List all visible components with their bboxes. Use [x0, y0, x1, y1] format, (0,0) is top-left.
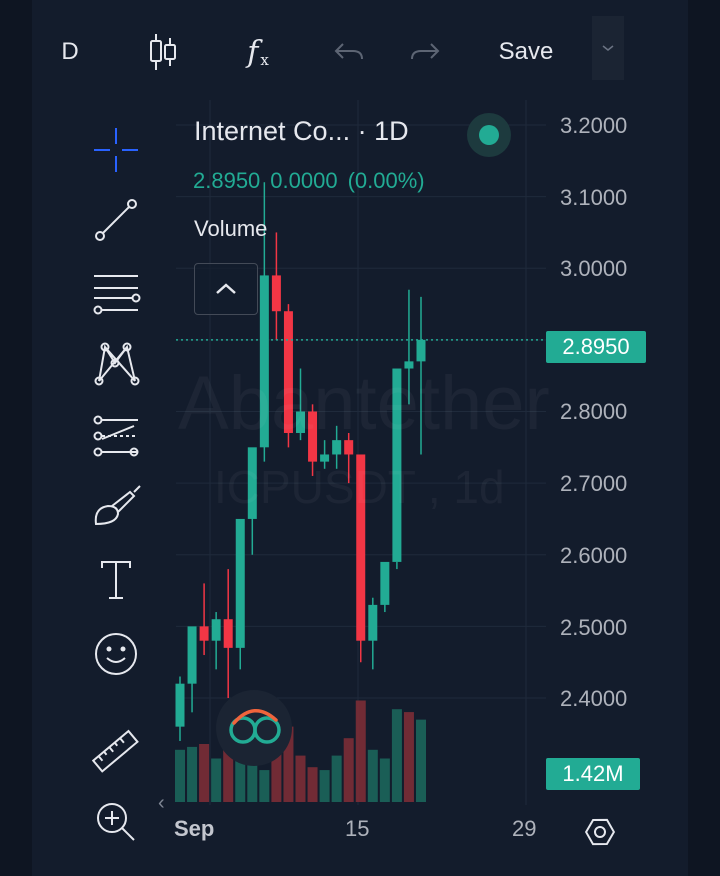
last-price: 2.8950	[193, 168, 261, 193]
trend-line-icon[interactable]	[84, 192, 148, 248]
fx-sub: x	[260, 51, 269, 69]
chevron-down-icon[interactable]	[592, 16, 624, 80]
volume-indicator-label[interactable]: Volume	[194, 216, 267, 242]
candle-body	[211, 619, 221, 641]
volume-bar	[355, 700, 366, 802]
date-label: 29	[512, 816, 537, 841]
volume-bar	[343, 738, 354, 802]
volume-bar	[187, 746, 198, 802]
current-price-label: 2.8950	[546, 331, 646, 363]
date-label: Sep	[174, 816, 215, 841]
redo-icon[interactable]	[408, 30, 442, 74]
price-change: 0.0000	[270, 168, 338, 193]
price-tick: 2.8000	[560, 399, 628, 424]
smiley-icon[interactable]	[84, 626, 148, 682]
candle-body	[175, 683, 185, 727]
projection-icon[interactable]	[84, 408, 148, 464]
candle-body	[187, 626, 197, 684]
watermark-brand: Abantether	[178, 360, 550, 447]
fx-label: f	[247, 34, 259, 70]
pattern-icon[interactable]	[84, 336, 148, 392]
market-status-icon[interactable]	[467, 113, 511, 157]
price-change-percent: (0.00%)	[347, 168, 425, 193]
candle-body	[416, 339, 426, 362]
volume-bar	[391, 709, 402, 802]
price-tick: 2.5000	[560, 615, 628, 640]
fib-retracement-icon[interactable]	[84, 266, 148, 322]
candle-body	[223, 619, 233, 648]
volume-bar	[259, 770, 270, 802]
price-tick: 3.2000	[560, 113, 628, 138]
volume-bar	[379, 758, 390, 802]
candle-body	[271, 275, 281, 312]
price-tick: 3.0000	[560, 256, 628, 281]
price-tick: 2.7000	[560, 471, 628, 496]
volume-bar	[416, 719, 426, 802]
candles-icon[interactable]	[148, 30, 178, 74]
volume-bar	[307, 767, 318, 802]
candle-body	[380, 561, 390, 605]
chevron-up-icon	[216, 283, 236, 294]
candle-body	[235, 518, 245, 648]
undo-icon[interactable]	[332, 30, 366, 74]
volume-bar	[295, 755, 306, 802]
collapse-legend-button[interactable]	[194, 263, 258, 315]
symbol-title[interactable]: Internet Co... · 1D	[194, 116, 409, 147]
crosshair-icon[interactable]	[84, 122, 148, 178]
candle-body	[368, 604, 378, 641]
candle-body	[199, 626, 209, 641]
ruler-icon[interactable]	[84, 724, 148, 780]
date-label: 15	[345, 816, 370, 841]
price-tick: 3.1000	[560, 185, 628, 210]
volume-bar	[403, 712, 414, 802]
volume-bar	[175, 749, 185, 802]
settings-icon[interactable]	[582, 814, 618, 850]
zoom-in-icon[interactable]	[84, 794, 148, 850]
text-icon[interactable]	[84, 552, 148, 608]
resolution-button[interactable]: D	[60, 30, 80, 74]
volume-bar	[331, 755, 342, 802]
current-volume-label: 1.42M	[546, 758, 640, 790]
watermark-symbol: ICPUSDT , 1d	[214, 460, 505, 514]
volume-bar	[319, 770, 330, 802]
indicators-button[interactable]: fx	[240, 30, 276, 74]
price-tick: 2.6000	[560, 543, 628, 568]
price-tick: 2.4000	[560, 686, 628, 711]
brush-icon[interactable]	[84, 480, 148, 536]
exchange-logo	[216, 690, 292, 766]
scroll-left-icon[interactable]: ‹	[158, 792, 165, 815]
volume-bars	[175, 700, 426, 802]
save-button[interactable]: Save	[494, 30, 558, 74]
ohlc-values: 2.8950 0.0000 (0.00%)	[193, 168, 435, 194]
volume-bar	[367, 749, 378, 802]
volume-bar	[199, 744, 210, 802]
